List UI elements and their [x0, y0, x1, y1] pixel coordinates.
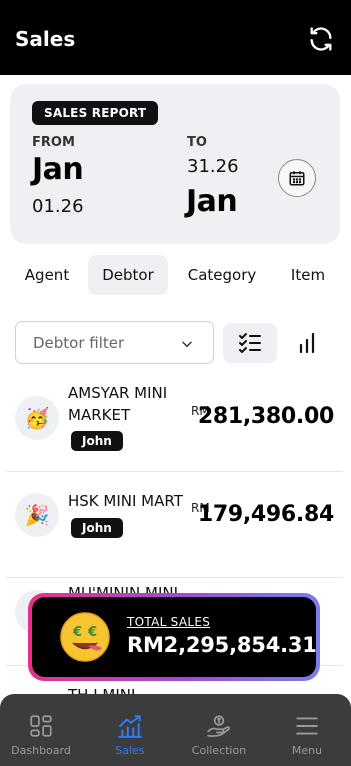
sales-amount: 179,496.84 — [197, 502, 334, 527]
checklist-button[interactable] — [223, 323, 277, 363]
list-item[interactable]: 🎉 HSK MINI MART John RM 179,496.84 — [6, 472, 343, 578]
from-month: Jan — [32, 152, 84, 187]
sales-report-badge: SALES REPORT — [32, 101, 159, 125]
agent-badge: John — [71, 518, 123, 538]
tab-category[interactable]: Category — [178, 255, 266, 295]
total-sales-label: TOTAL SALES — [127, 615, 211, 629]
total-sales-inner: € € TOTAL SALES RM2,295,854.31 — [32, 597, 317, 677]
debtor-name: HSK MINI MART — [68, 492, 183, 510]
chevron-down-icon — [182, 341, 192, 348]
agent-badge: John — [71, 431, 123, 451]
money-face-icon: € € — [60, 612, 110, 662]
checklist-icon — [239, 333, 261, 353]
svg-text:€: € — [87, 625, 97, 640]
calendar-button[interactable] — [278, 159, 316, 197]
dashboard-icon — [30, 715, 52, 737]
from-date: 01.26 — [32, 196, 84, 217]
debtor-filter-dropdown[interactable]: Debtor filter — [15, 321, 214, 364]
tab-debtor[interactable]: Debtor — [88, 255, 168, 295]
to-month: Jan — [186, 184, 238, 219]
collection-icon — [207, 715, 230, 737]
refresh-icon[interactable] — [307, 25, 335, 53]
nav-collection-label: Collection — [191, 744, 247, 757]
avatar: 🥳 — [15, 396, 59, 440]
report-tabs: Agent Debtor Category Item — [0, 255, 351, 297]
calendar-icon — [289, 171, 305, 186]
sales-amount: 281,380.00 — [197, 404, 334, 429]
total-sales-card[interactable]: € € TOTAL SALES RM2,295,854.31 — [28, 593, 320, 681]
sales-chart-icon — [118, 715, 142, 738]
nav-sales-label: Sales — [115, 744, 145, 757]
page-title: Sales — [15, 27, 76, 51]
nav-menu[interactable]: Menu — [263, 694, 351, 766]
nav-sales[interactable]: Sales — [86, 694, 174, 766]
bar-chart-button[interactable] — [292, 327, 322, 359]
from-label: FROM — [32, 135, 75, 150]
nav-dashboard-label: Dashboard — [11, 744, 71, 757]
nav-collection[interactable]: Collection — [175, 694, 263, 766]
to-label: TO — [187, 135, 207, 150]
nav-menu-label: Menu — [291, 744, 323, 757]
svg-text:€: € — [72, 625, 82, 640]
to-date: 31.26 — [187, 156, 239, 177]
bottom-navigation: Dashboard Sales Collection Menu — [0, 694, 351, 766]
list-item[interactable]: 🥳 AMSYAR MINI MARKET John RM 281,380.00 — [6, 372, 343, 472]
nav-dashboard[interactable]: Dashboard — [0, 694, 85, 766]
sales-report-card: SALES REPORT FROM Jan 01.26 TO 31.26 Jan — [10, 84, 340, 244]
total-sales-value: RM2,295,854.31 — [127, 633, 317, 657]
menu-icon — [296, 717, 318, 735]
debtor-filter-placeholder: Debtor filter — [33, 334, 125, 352]
app-header: Sales — [0, 0, 351, 75]
tab-item[interactable]: Item — [282, 255, 334, 295]
tab-agent[interactable]: Agent — [14, 255, 80, 295]
debtor-name: AMSYAR MINI MARKET — [68, 384, 168, 424]
bar-chart-icon — [299, 332, 315, 354]
avatar: 🎉 — [15, 493, 59, 537]
